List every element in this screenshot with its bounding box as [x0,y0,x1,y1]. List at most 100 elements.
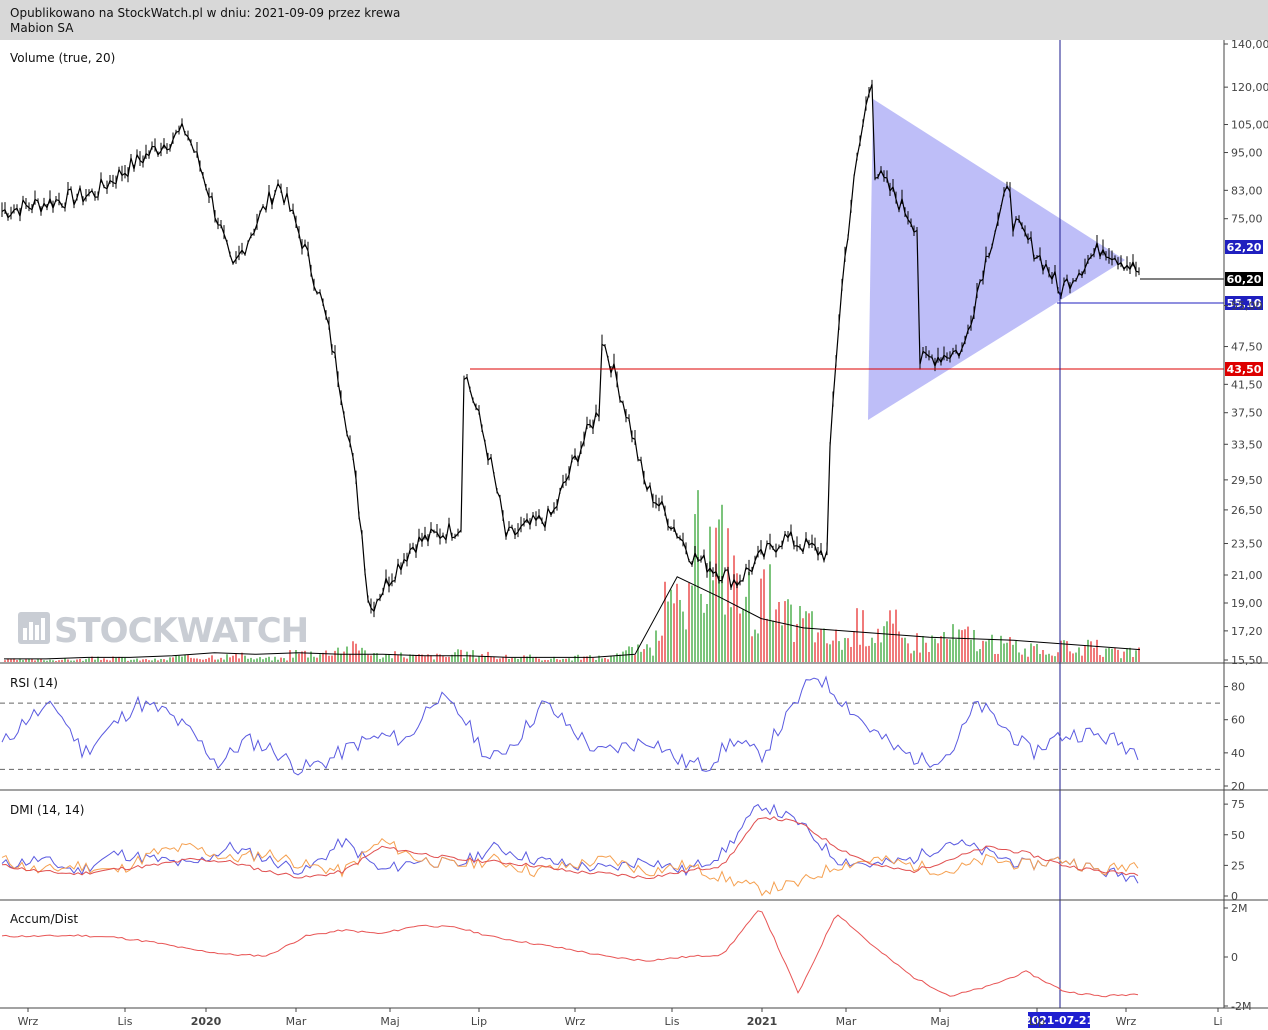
volume-bar [262,659,264,662]
stock-chart[interactable]: STOCKWATCH 62,2060,2055,1043,502021-07-2… [0,0,1268,1030]
volume-bar [820,629,822,662]
volume-bar [949,639,951,662]
volume-bar [394,651,396,662]
x-tick-label: 2020 [191,1015,222,1028]
adx-line [1,816,1139,880]
accum-tick-label: 0 [1231,951,1238,964]
x-tick-label: Maj [930,1015,949,1028]
volume-bar [70,660,72,662]
volume-bar [727,528,729,662]
price-tick-label: 37,50 [1231,407,1263,420]
volume-bar [256,658,258,662]
volume-bar [280,657,282,662]
volume-bar [64,658,66,662]
volume-bar [442,655,444,662]
volume-bar [1126,648,1128,662]
volume-bar [676,583,678,662]
volume-bar [349,653,351,662]
volume-bar [136,658,138,662]
price-tick-label: 29,50 [1231,474,1263,487]
dmi-pane-title: DMI (14, 14) [10,803,84,817]
volume-bar [244,655,246,662]
volume-bar [823,628,825,662]
volume-bar [205,658,207,662]
volume-bar [700,593,702,662]
volume-bar [844,637,846,662]
volume-bar [121,657,123,662]
volume-bar [1102,656,1104,662]
volume-bar [541,660,543,662]
volume-bar [925,642,927,662]
volume-bar [46,660,48,662]
price-tick-label: 95,00 [1231,147,1263,160]
volume-bar [433,659,435,662]
volume-bar [292,657,294,662]
volume-bar [661,635,663,662]
volume-bar [841,649,843,662]
volume-bar [271,660,273,662]
volume-bar [946,638,948,662]
volume-bar [115,657,117,662]
volume-bar [364,650,366,662]
volume-bar [613,656,615,662]
volume-bar [1135,650,1137,662]
annotation-lines: 62,2060,2055,1043,502021-07-21 [470,40,1263,1028]
volume-bar [67,659,69,662]
volume-bar [550,658,552,662]
volume-bar [979,649,981,662]
volume-bar [1051,655,1053,662]
volume-bar [22,660,24,662]
rsi-pane-title: RSI (14) [10,676,58,690]
volume-bar [817,632,819,662]
volume-bar [484,656,486,662]
volume-bar [892,623,894,662]
volume-bar [805,611,807,662]
volume-bar [307,657,309,662]
volume-bar [316,657,318,662]
volume-bar [52,660,54,662]
volume-bar [133,659,135,662]
volume-bar [649,647,651,662]
volume-bar [16,660,18,662]
volume-bar [1018,652,1020,662]
volume-bar [76,659,78,662]
volume-bar [325,650,327,662]
volume-bar [991,634,993,662]
dmi-minus-line [1,837,1139,897]
volume-bar [478,656,480,662]
volume-bar [514,657,516,662]
volume-bar [538,658,540,662]
volume-bar [268,656,270,662]
volume-bar [220,657,222,662]
volume-bar [928,651,930,662]
volume-bar [1063,640,1065,662]
volume-bar [1021,654,1023,662]
volume-bar [361,647,363,662]
volume-bar [319,654,321,662]
volume-bar [1084,645,1086,662]
volume-bar [673,603,675,662]
volume-bar [1057,652,1059,662]
volume-bar [532,658,534,662]
volume-bar [964,629,966,662]
volume-bar [775,609,777,662]
volume-bar [157,660,159,662]
volume-bar [1045,654,1047,662]
volume-bar [175,655,177,662]
volume-bar [712,580,714,662]
volume-bar [193,658,195,662]
volume-bar [4,660,6,662]
volume-bar [274,656,276,662]
volume-bar [1039,653,1041,662]
volume-bar [166,660,168,662]
volume-bar [1015,641,1017,662]
volume-bar [1087,639,1089,662]
volume-bar [511,658,513,662]
price-tick-label: 41,50 [1231,378,1263,391]
volume-bar [1006,642,1008,662]
accum-line [1,910,1139,998]
watermark: STOCKWATCH [18,611,309,651]
volume-bar [34,660,36,662]
x-tick-label: Lip [471,1015,487,1028]
volume-bar [679,599,681,662]
